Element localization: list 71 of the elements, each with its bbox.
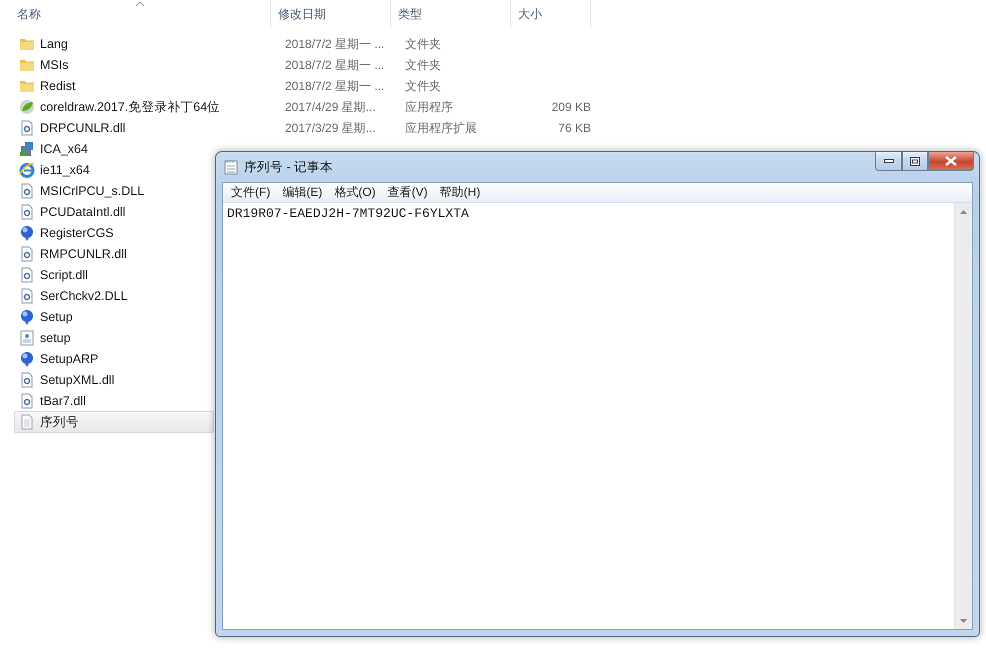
gear-document-icon [19, 246, 35, 262]
file-item[interactable]: setup [14, 327, 76, 349]
folder-icon [19, 36, 35, 52]
date-cell-text: 2018/7/2 星期一 ... [284, 36, 386, 52]
maximize-button[interactable] [902, 152, 928, 171]
file-item[interactable]: 序列号 [14, 411, 214, 433]
text-editor[interactable]: DR19R07-EAEDJ2H-7MT92UC-F6YLXTA [223, 203, 954, 629]
date-cell-text: 2018/7/2 星期一 ... [284, 56, 386, 74]
file-item[interactable]: DRPCUNLR.dll [14, 117, 130, 139]
text-file-icon [19, 414, 35, 430]
column-header[interactable]: 修改日期 [271, 0, 391, 28]
type-cell-text: 应用程序扩展 [404, 120, 478, 136]
menu-item[interactable]: 查看(V) [382, 183, 434, 202]
column-header[interactable]: 大小 [511, 0, 591, 28]
orb-icon [19, 225, 35, 241]
close-button[interactable] [928, 152, 974, 171]
gear-document-icon [19, 183, 35, 199]
date-cell-text: 2018/7/2 星期一 ... [284, 78, 386, 94]
maximize-icon [910, 156, 920, 166]
type-cell-text: 文件夹 [404, 56, 442, 74]
file-item[interactable]: Setup [14, 306, 78, 328]
minimize-icon [884, 159, 894, 163]
browser-e-icon [19, 162, 35, 178]
menu-item[interactable]: 文件(F) [225, 183, 276, 202]
menu-item[interactable]: 编辑(E) [276, 183, 328, 202]
orb-icon [19, 309, 35, 325]
file-item[interactable]: SetupXML.dll [14, 369, 120, 391]
file-item[interactable]: tBar7.dll [14, 390, 91, 412]
gear-document-icon [19, 393, 35, 409]
size-cell-text: 209 KB [550, 100, 591, 114]
menu-item[interactable]: 格式(O) [328, 183, 382, 202]
gear-document-icon [19, 204, 35, 220]
close-icon [945, 156, 957, 166]
file-item[interactable]: MSICrlPCU_s.DLL [14, 180, 150, 202]
installer-icon [19, 141, 35, 157]
scroll-up-icon [960, 210, 967, 214]
folder-icon [19, 78, 35, 94]
size-cell-text: 76 KB [557, 121, 591, 135]
type-cell-text: 应用程序 [404, 98, 454, 116]
file-item[interactable]: Script.dll [14, 264, 93, 286]
gear-document-icon [19, 288, 35, 304]
column-header[interactable]: 类型 [391, 0, 511, 28]
file-item[interactable]: ie11_x64 [14, 159, 95, 181]
date-cell-text: 2017/3/29 星期... [284, 120, 377, 136]
file-item[interactable]: SerChckv2.DLL [14, 285, 133, 307]
minimize-button[interactable] [875, 152, 902, 171]
settings-file-icon [19, 330, 35, 346]
file-item[interactable]: PCUDataIntl.dll [14, 201, 130, 223]
column-header[interactable]: 名称 [0, 0, 271, 28]
menu-item[interactable]: 帮助(H) [434, 183, 486, 202]
folder-icon [19, 57, 35, 73]
gear-document-icon [19, 120, 35, 136]
leaf-icon [19, 99, 35, 115]
date-cell-text: 2017/4/29 星期... [284, 98, 377, 116]
file-item[interactable]: RMPCUNLR.dll [14, 243, 132, 265]
window-title: 序列号 - 记事本 [244, 158, 334, 176]
gear-document-icon [19, 267, 35, 283]
file-item[interactable]: SetupARP [14, 348, 104, 370]
file-item[interactable]: coreldraw.2017.免登录补丁64位 [14, 96, 226, 118]
file-item[interactable]: Lang [14, 33, 73, 55]
file-item[interactable]: MSIs [14, 54, 74, 76]
file-item[interactable]: Redist [14, 75, 80, 97]
notepad-icon [224, 159, 238, 175]
type-cell-text: 文件夹 [404, 36, 442, 52]
orb-icon [19, 351, 35, 367]
file-item[interactable]: RegisterCGS [14, 222, 119, 244]
gear-document-icon [19, 372, 35, 388]
file-item[interactable]: ICA_x64 [14, 138, 93, 160]
scroll-down-icon [960, 618, 967, 622]
scrollbar[interactable] [954, 203, 972, 629]
type-cell-text: 文件夹 [404, 78, 442, 94]
